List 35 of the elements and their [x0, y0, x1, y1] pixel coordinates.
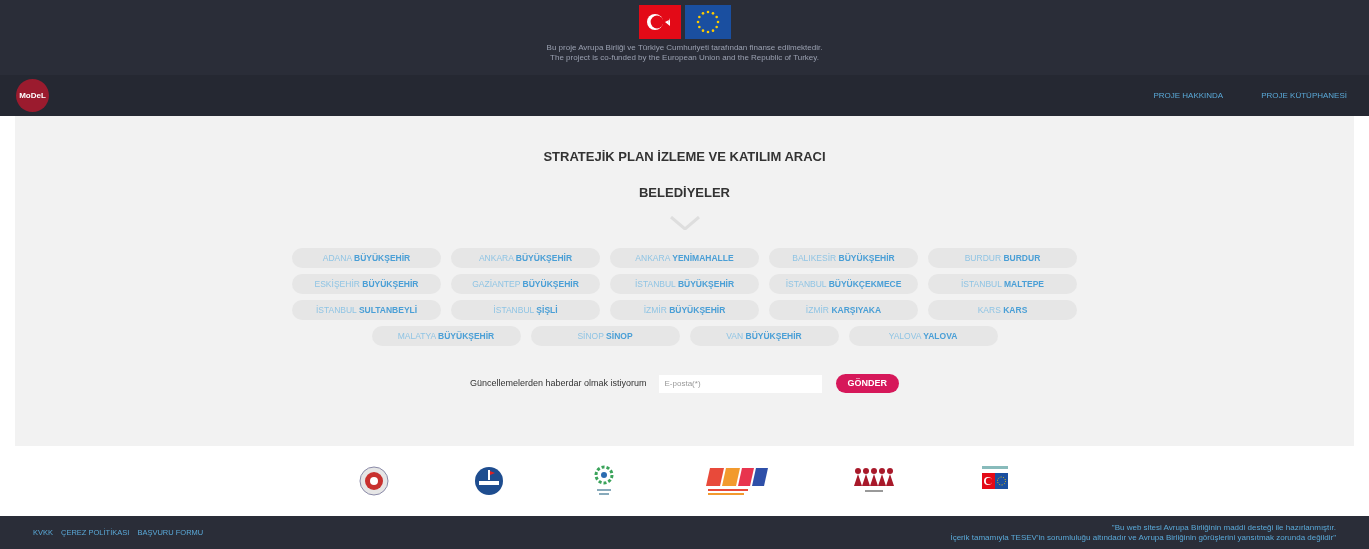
- municipality-button[interactable]: BALIKESİR BÜYÜKŞEHİR: [769, 248, 918, 268]
- municipality-button[interactable]: İSTANBUL ŞİŞLİ: [451, 300, 600, 320]
- nav-link[interactable]: PROJE HAKKINDA: [1153, 89, 1224, 102]
- email-field[interactable]: E-posta(*): [658, 374, 822, 393]
- municipality-button[interactable]: İSTANBUL BÜYÜKŞEHİR: [610, 274, 759, 294]
- municipality-button[interactable]: İSTANBUL SULTANBEYLİ: [292, 300, 441, 320]
- section-title: BELEDİYELER: [639, 183, 730, 202]
- municipality-button[interactable]: ADANA BÜYÜKŞEHİR: [292, 248, 441, 268]
- send-button[interactable]: GÖNDER: [835, 374, 900, 393]
- striped-banner-logo-icon: [704, 466, 768, 496]
- municipality-button[interactable]: İZMİR KARŞIYAKA: [769, 300, 918, 320]
- municipality-button[interactable]: İSTANBUL BÜYÜKÇEKMECE: [769, 274, 918, 294]
- municipality-button[interactable]: ESKİŞEHİR BÜYÜKŞEHİR: [292, 274, 441, 294]
- municipality-button[interactable]: ANKARA YENİMAHALLE: [610, 248, 759, 268]
- nav-link[interactable]: PROJE KÜTÜPHANESİ: [1261, 89, 1347, 102]
- municipality-button[interactable]: VAN BÜYÜKŞEHİR: [689, 326, 839, 346]
- funding-note: Bu proje Avrupa Birliği ve Türkiye Cumhuriyeti tarafından finanse edilmektedir.: [546, 43, 823, 53]
- municipality-button[interactable]: SİNOP SİNOP: [530, 326, 680, 346]
- municipality-button[interactable]: KARS KARS: [928, 300, 1077, 320]
- municipality-button[interactable]: GAZİANTEP BÜYÜKŞEHİR: [451, 274, 600, 294]
- page-title: STRATEJİK PLAN İZLEME VE KATILIM ARACI: [543, 148, 826, 166]
- funding-note: The project is co-funded by the European Union and the Republic of Turkey.: [550, 53, 819, 63]
- municipality-button[interactable]: İSTANBUL MALTEPE: [928, 274, 1077, 294]
- eu-flag-icon: [684, 5, 731, 39]
- model-logo[interactable]: MoDeL: [16, 79, 49, 112]
- municipality-button[interactable]: YALOVA YALOVA: [848, 326, 998, 346]
- turkey-flag-icon: [638, 5, 681, 39]
- municipality-button[interactable]: BURDUR BURDUR: [928, 248, 1077, 268]
- municipality-button[interactable]: ANKARA BÜYÜKŞEHİR: [451, 248, 600, 268]
- round-seal-logo-icon: [359, 466, 389, 496]
- disclaimer-text: İçerik tamamıyla TESEV'in sorumluluğu altındadır ve Avrupa Birliğinin görüşlerini yansıtmak zorunda değildir": [950, 532, 1336, 543]
- disclaimer-text: "Bu web sitesi Avrupa Birliğinin maddi desteği ile hazırlanmıştır.: [1111, 522, 1336, 533]
- municipality-button[interactable]: İZMİR BÜYÜKŞEHİR: [610, 300, 759, 320]
- subscribe-label: Güncellemelerden haberdar olmak istiyorum: [469, 376, 647, 390]
- municipality-button[interactable]: MALATYA BÜYÜKŞEHİR: [371, 326, 521, 346]
